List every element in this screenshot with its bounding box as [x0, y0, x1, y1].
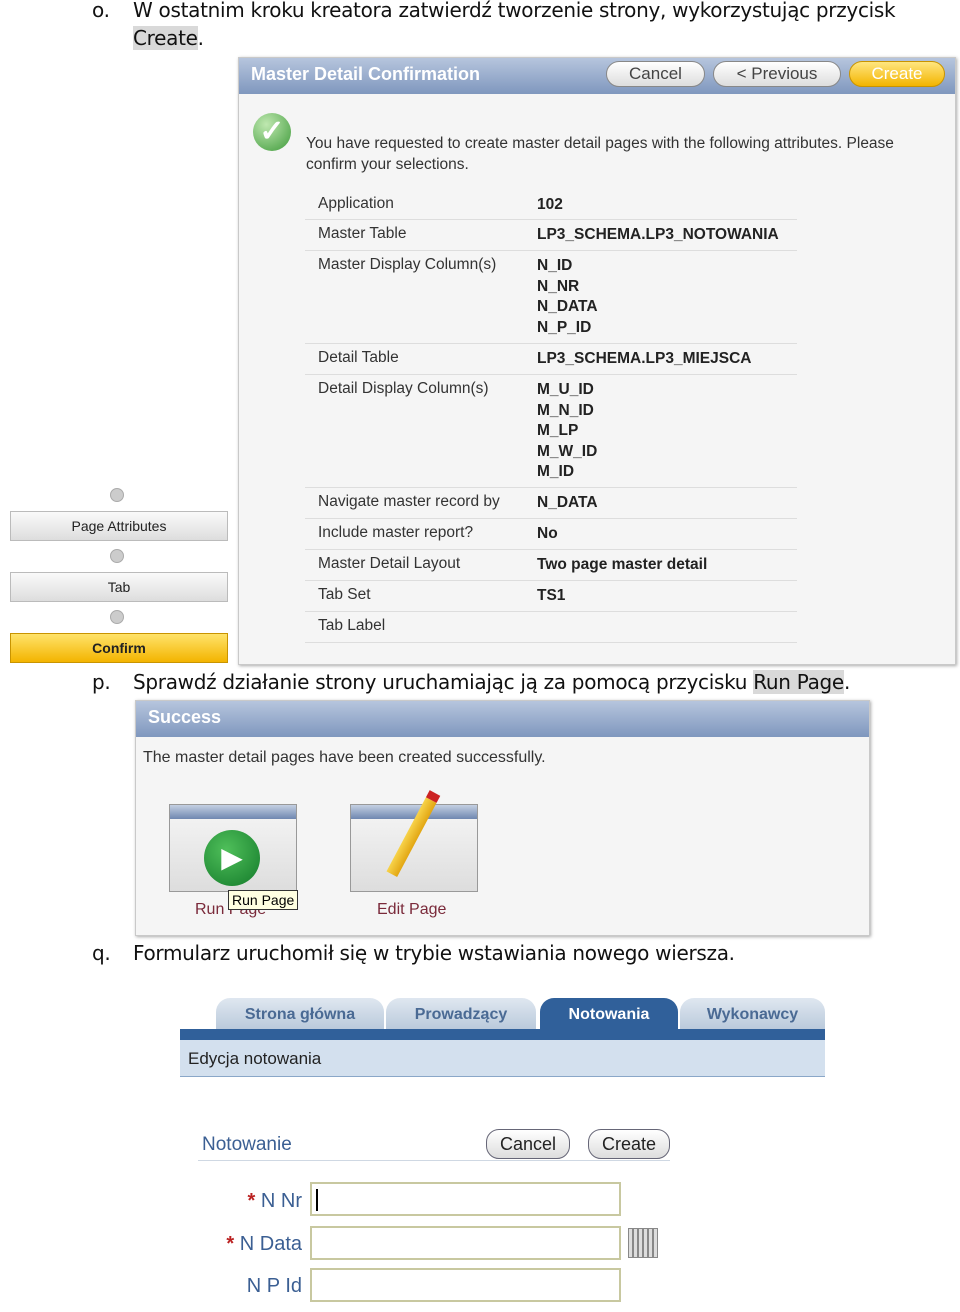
- calendar-icon[interactable]: [628, 1228, 658, 1258]
- step-connector-icon: [110, 549, 124, 563]
- edit-page-button[interactable]: [350, 790, 478, 892]
- value-line: M_N_ID: [537, 401, 594, 419]
- row-label: Master Detail Layout: [318, 555, 461, 572]
- step-text: Formularz uruchomił się w trybie wstawia…: [133, 941, 735, 965]
- row-label: Include master report?: [318, 524, 474, 541]
- suffix: .: [197, 26, 204, 50]
- panel-title: Success: [136, 701, 869, 737]
- previous-button[interactable]: < Previous: [713, 61, 841, 87]
- wizard-step-page-attributes[interactable]: Page Attributes: [10, 511, 228, 541]
- tab-wykonawcy[interactable]: Wykonawcy: [680, 998, 825, 1030]
- play-icon: ▶: [204, 830, 260, 886]
- step-text: Sprawdź działanie strony uruchamiając ją…: [133, 670, 748, 694]
- divider: [198, 1160, 670, 1161]
- value-line: M_ID: [537, 463, 575, 480]
- value-line: M_W_ID: [537, 442, 598, 460]
- row-label: Navigate master record by: [318, 493, 500, 510]
- n-data-input[interactable]: [310, 1226, 621, 1260]
- check-icon: ✓: [253, 113, 291, 151]
- row-value: N_DATA: [537, 494, 598, 511]
- row-label: Tab Label: [318, 617, 386, 634]
- row-label: Master Display Column(s): [318, 256, 497, 273]
- tab-prowadzacy[interactable]: Prowadzący: [386, 998, 536, 1030]
- value-line: N_NR: [537, 277, 580, 295]
- n-nr-input[interactable]: [310, 1182, 621, 1216]
- panel-title: Master Detail Confirmation: [239, 58, 955, 94]
- row-label: Tab Set: [318, 586, 371, 603]
- step-connector-icon: [110, 488, 124, 502]
- row-value: 102: [537, 196, 563, 213]
- success-message: The master detail pages have been create…: [143, 749, 546, 766]
- value-line: N_DATA: [537, 298, 598, 315]
- field-label-n-nr: * N Nr: [247, 1190, 302, 1212]
- suffix: .: [843, 670, 850, 694]
- pencil-icon: [386, 790, 441, 878]
- step-connector-icon: [110, 610, 124, 624]
- row-value: Two page master detail: [537, 556, 708, 573]
- field-label-n-p-id: N P Id: [246, 1275, 302, 1297]
- tab-bar: [180, 1029, 825, 1040]
- value-line: N_ID: [537, 257, 573, 274]
- row-value: TS1: [537, 587, 566, 604]
- wizard-step-tab[interactable]: Tab: [10, 572, 228, 602]
- row-value: LP3_SCHEMA.LP3_MIEJSCA: [537, 350, 752, 367]
- field-label-n-data: * N Data: [226, 1233, 302, 1255]
- highlight-create: Create: [133, 26, 198, 50]
- breadcrumb: Edycja notowania: [180, 1040, 825, 1077]
- n-p-id-input[interactable]: [310, 1268, 621, 1302]
- step-marker: p.: [92, 670, 111, 694]
- cancel-button[interactable]: Cancel: [606, 61, 705, 87]
- tab-notowania[interactable]: Notowania: [540, 998, 678, 1030]
- intro-text: You have requested to create master deta…: [306, 135, 894, 173]
- tooltip: Run Page: [228, 890, 299, 910]
- wizard-step-confirm[interactable]: Confirm: [10, 633, 228, 663]
- tab-strona-glowna[interactable]: Strona główna: [216, 998, 384, 1030]
- cancel-button[interactable]: Cancel: [486, 1129, 570, 1159]
- edit-page-link[interactable]: Edit Page: [377, 901, 446, 919]
- required-icon: *: [247, 1190, 256, 1212]
- value-line: N_P_ID: [537, 318, 592, 336]
- row-value: LP3_SCHEMA.LP3_NOTOWANIA: [537, 226, 779, 243]
- row-label: Detail Table: [318, 349, 399, 366]
- row-values: M_U_ID M_N_ID M_LP M_W_ID M_ID: [537, 380, 597, 483]
- step-marker: q.: [92, 941, 111, 965]
- row-values: N_ID N_NR N_DATA N_P_ID: [537, 256, 598, 338]
- step-marker: o.: [92, 0, 110, 22]
- value-line: M_LP: [537, 422, 579, 439]
- success-panel: Success The master detail pages have bee…: [135, 700, 870, 936]
- row-label: Detail Display Column(s): [318, 380, 489, 397]
- value-line: M_U_ID: [537, 381, 594, 398]
- row-label: Master Table: [318, 225, 407, 242]
- row-label: Application: [318, 195, 394, 212]
- create-button[interactable]: Create: [588, 1129, 670, 1159]
- required-icon: *: [226, 1233, 235, 1255]
- row-value: No: [537, 525, 558, 542]
- region-title: Notowanie: [202, 1134, 292, 1155]
- create-button[interactable]: Create: [849, 61, 945, 87]
- run-page-button[interactable]: ▶: [169, 804, 297, 892]
- highlight-run-page: Run Page: [753, 670, 844, 694]
- step-text: W ostatnim kroku kreatora zatwierdź twor…: [133, 0, 896, 22]
